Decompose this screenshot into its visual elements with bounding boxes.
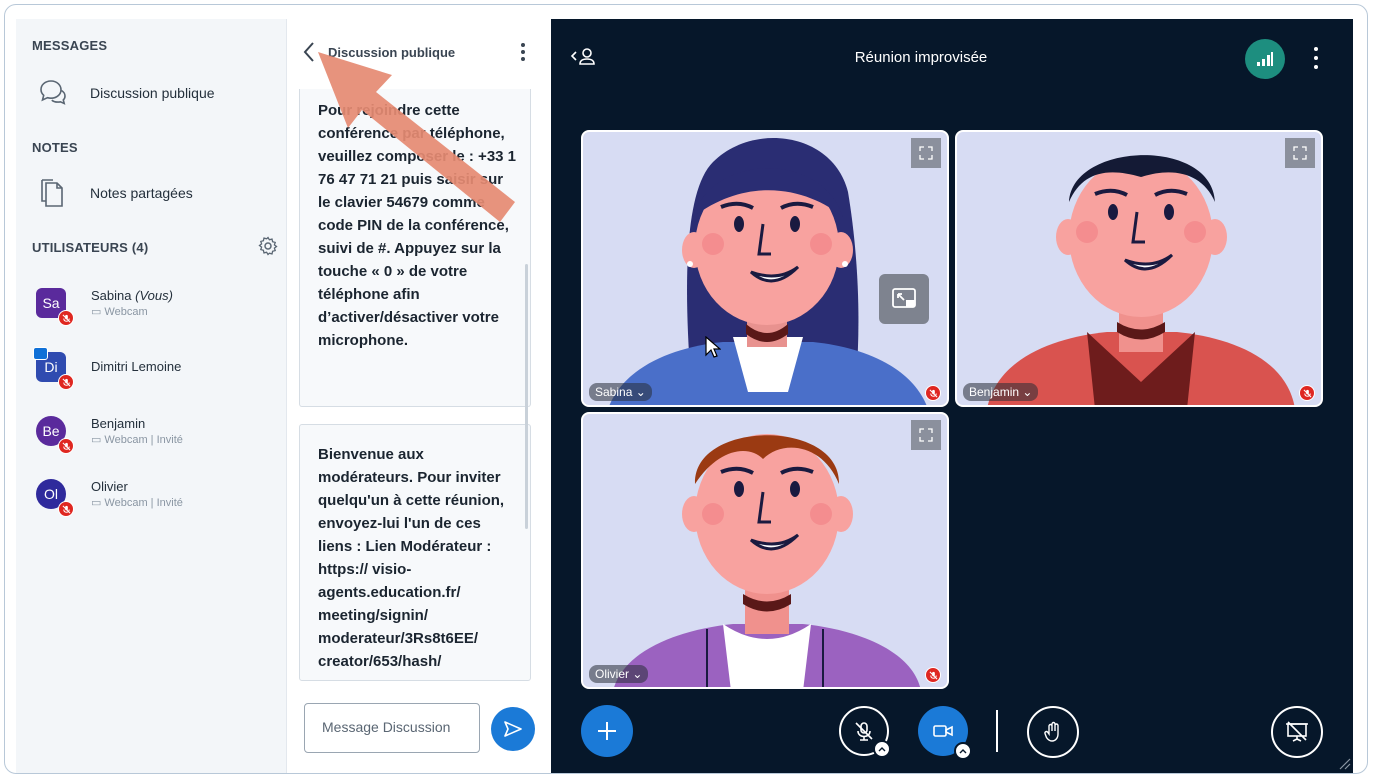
chevron-up-icon[interactable] bbox=[873, 740, 891, 758]
muted-mic-icon bbox=[58, 310, 74, 326]
meeting-options-icon[interactable] bbox=[1311, 47, 1321, 69]
user-list-item[interactable]: Be Benjamin ▭ Webcam | Invité bbox=[36, 416, 183, 454]
muted-mic-icon bbox=[925, 385, 941, 401]
user-name: Sabina (Vous) bbox=[91, 288, 173, 303]
user-status: ▭ Webcam | Invité bbox=[91, 433, 183, 447]
chevron-down-icon: ⌄ bbox=[632, 667, 643, 681]
chat-message: Pour rejoindre cette conférence par télé… bbox=[299, 89, 531, 407]
user-list-item[interactable]: Di Dimitri Lemoine bbox=[33, 347, 182, 390]
presentation-toggle-button[interactable] bbox=[1271, 706, 1323, 758]
muted-mic-icon bbox=[58, 374, 74, 390]
sidebar-item-public-chat[interactable]: Discussion publique bbox=[36, 76, 215, 110]
messages-section-title: MESSAGES bbox=[32, 38, 108, 53]
hand-icon bbox=[1044, 721, 1059, 742]
plus-icon bbox=[598, 722, 616, 740]
chat-title: Discussion publique bbox=[328, 45, 456, 60]
send-icon bbox=[504, 721, 522, 737]
picture-in-picture-icon[interactable] bbox=[879, 274, 929, 324]
chevron-down-icon: ⌄ bbox=[1022, 385, 1033, 399]
raise-hand-button[interactable] bbox=[1027, 706, 1079, 758]
user-status: ▭ Webcam bbox=[91, 305, 148, 319]
video-tile-benjamin[interactable]: Benjamin ⌄ bbox=[955, 130, 1323, 407]
user-name: Dimitri Lemoine bbox=[91, 359, 182, 374]
chat-message: Bienvenue aux modérateurs. Pour inviter … bbox=[299, 424, 531, 681]
chevron-down-icon: ⌄ bbox=[635, 385, 646, 399]
avatar: Ol bbox=[36, 479, 74, 517]
resize-grip-icon[interactable] bbox=[1337, 756, 1351, 770]
gear-icon[interactable] bbox=[258, 236, 278, 256]
camera-button[interactable] bbox=[918, 706, 972, 760]
muted-mic-icon bbox=[1299, 385, 1315, 401]
notes-document-icon bbox=[36, 176, 70, 210]
webcam-icon: ▭ bbox=[91, 434, 102, 446]
muted-mic-icon bbox=[925, 667, 941, 683]
shared-notes-label: Notes partagées bbox=[90, 185, 193, 201]
muted-mic-icon bbox=[58, 438, 74, 454]
chat-scrollbar[interactable] bbox=[525, 264, 528, 529]
fullscreen-icon[interactable] bbox=[911, 138, 941, 168]
participant-illustration bbox=[609, 138, 927, 405]
webcam-icon: ▭ bbox=[91, 306, 102, 318]
message-input[interactable]: Message Discussion bbox=[304, 703, 480, 753]
avatar: Di bbox=[33, 347, 74, 390]
participant-name-tag[interactable]: Olivier ⌄ bbox=[589, 665, 649, 683]
sidebar: MESSAGES Discussion publique NOTES Notes… bbox=[16, 19, 286, 773]
user-name: Olivier bbox=[91, 479, 128, 494]
connection-status-button[interactable] bbox=[1245, 39, 1285, 79]
video-tile-sabina[interactable]: Sabina ⌄ bbox=[581, 130, 949, 407]
more-options-icon[interactable] bbox=[515, 41, 531, 63]
user-list-item[interactable]: Ol Olivier ▭ Webcam | Invité bbox=[36, 479, 183, 517]
sidebar-item-shared-notes[interactable]: Notes partagées bbox=[36, 176, 193, 210]
user-status: ▭ Webcam | Invité bbox=[91, 496, 183, 510]
toolbar-divider bbox=[996, 710, 998, 752]
chat-panel: Discussion publique Pour rejoindre cette… bbox=[286, 19, 551, 773]
presenter-icon bbox=[33, 347, 48, 360]
video-camera-icon bbox=[933, 725, 953, 737]
avatar-initials: Sa bbox=[42, 295, 60, 311]
avatar-initials: Ol bbox=[44, 486, 58, 502]
chevron-left-icon[interactable] bbox=[302, 41, 320, 63]
video-tile-olivier[interactable]: Olivier ⌄ bbox=[581, 412, 949, 689]
mic-off-icon bbox=[855, 722, 873, 741]
avatar: Be bbox=[36, 416, 74, 454]
user-list-item[interactable]: Sa Sabina (Vous) ▭ Webcam bbox=[36, 288, 173, 326]
avatar: Sa bbox=[36, 288, 74, 326]
fullscreen-icon[interactable] bbox=[1285, 138, 1315, 168]
signal-bars-icon bbox=[1257, 52, 1273, 66]
muted-mic-icon bbox=[58, 501, 74, 517]
meeting-title: Réunion improvisée bbox=[854, 49, 988, 66]
webcam-icon: ▭ bbox=[91, 497, 102, 509]
participant-name-tag[interactable]: Benjamin ⌄ bbox=[963, 383, 1039, 401]
participant-illustration bbox=[988, 155, 1295, 405]
fullscreen-icon[interactable] bbox=[911, 420, 941, 450]
actions-add-button[interactable] bbox=[581, 705, 633, 757]
mouse-cursor-icon bbox=[705, 336, 721, 358]
chat-header: Discussion publique bbox=[287, 19, 552, 89]
public-chat-label: Discussion publique bbox=[90, 85, 215, 101]
participant-illustration bbox=[614, 434, 920, 687]
microphone-button[interactable] bbox=[839, 706, 891, 758]
users-section-title: UTILISATEURS (4) bbox=[32, 240, 149, 255]
presentation-off-icon bbox=[1286, 721, 1308, 742]
chat-bubbles-icon bbox=[36, 76, 70, 110]
user-name: Benjamin bbox=[91, 416, 146, 431]
meeting-area: Réunion improvisée Sabina ⌄ Benjamin ⌄ O… bbox=[551, 19, 1353, 773]
avatar-initials: Be bbox=[42, 423, 60, 439]
participant-name-tag[interactable]: Sabina ⌄ bbox=[589, 383, 652, 401]
avatar-initials: Di bbox=[44, 359, 58, 375]
chevron-up-icon[interactable] bbox=[954, 742, 972, 760]
notes-section-title: NOTES bbox=[32, 140, 78, 155]
send-button[interactable] bbox=[491, 707, 535, 751]
